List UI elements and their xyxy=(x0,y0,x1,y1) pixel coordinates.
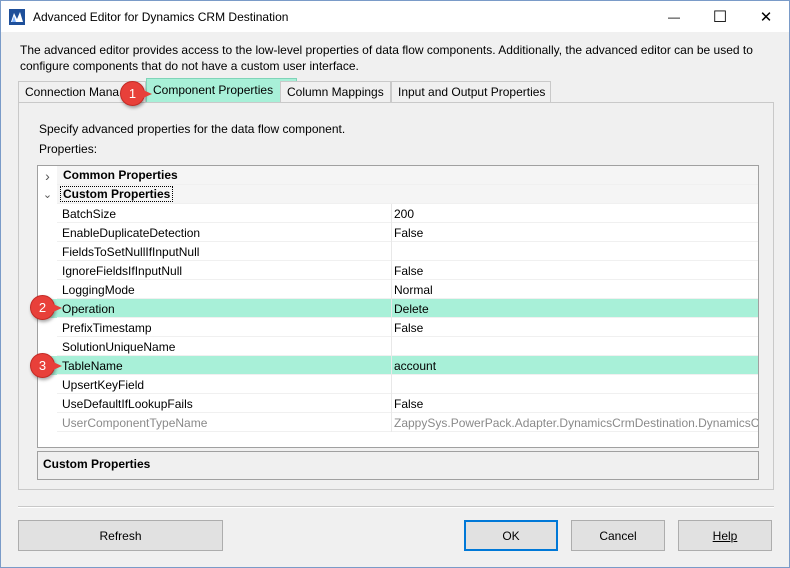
property-name: LoggingMode xyxy=(62,283,135,297)
row-gutter xyxy=(38,413,57,432)
property-name: BatchSize xyxy=(62,207,117,221)
editor-description: The advanced editor provides access to t… xyxy=(20,43,753,73)
panel-description: Specify advanced properties for the data… xyxy=(39,122,346,136)
tab-column-mappings[interactable]: Column Mappings xyxy=(280,81,391,103)
component-properties-panel: Specify advanced properties for the data… xyxy=(18,102,774,490)
property-name: TableName xyxy=(62,359,123,373)
property-name: UpsertKeyField xyxy=(62,378,145,392)
cancel-button-label: Cancel xyxy=(599,528,637,543)
callout-badge-1: 1 xyxy=(120,81,152,106)
close-icon: ✕ xyxy=(759,8,773,26)
row-gutter xyxy=(38,242,57,261)
property-name: EnableDuplicateDetection xyxy=(62,226,201,240)
advanced-editor-window: Advanced Editor for Dynamics CRM Destina… xyxy=(0,0,790,568)
property-value[interactable] xyxy=(391,337,758,356)
property-value[interactable]: Delete xyxy=(391,299,758,318)
property-row-usedefaultiflookupfails[interactable]: UseDefaultIfLookupFails False xyxy=(38,394,758,413)
property-value[interactable]: False xyxy=(391,223,758,242)
expand-chevron-icon[interactable]: › xyxy=(38,166,57,185)
property-value[interactable]: Normal xyxy=(391,280,758,299)
maximize-button[interactable]: ☐ xyxy=(697,1,743,32)
ssis-icon xyxy=(9,9,25,25)
refresh-button[interactable]: Refresh xyxy=(18,520,223,551)
property-name: PrefixTimestamp xyxy=(62,321,152,335)
maximize-icon: ☐ xyxy=(712,8,728,26)
property-value[interactable]: 200 xyxy=(391,204,758,223)
row-gutter xyxy=(38,394,57,413)
close-button[interactable]: ✕ xyxy=(743,1,789,32)
help-button-label: Help xyxy=(712,528,738,543)
tab-input-output-properties[interactable]: Input and Output Properties xyxy=(391,81,551,103)
property-name: UserComponentTypeName xyxy=(62,416,208,430)
property-row-loggingmode[interactable]: LoggingMode Normal xyxy=(38,280,758,299)
property-row-prefixtimestamp[interactable]: PrefixTimestamp False xyxy=(38,318,758,337)
property-row-ignorefieldsifinputnull[interactable]: IgnoreFieldsIfInputNull False xyxy=(38,261,758,280)
property-value[interactable]: False xyxy=(391,318,758,337)
property-value[interactable] xyxy=(391,375,758,394)
property-row-operation[interactable]: Operation Delete xyxy=(38,299,758,318)
refresh-button-label: Refresh xyxy=(99,528,142,543)
title-bar[interactable]: Advanced Editor for Dynamics CRM Destina… xyxy=(1,1,789,32)
tab-component-properties[interactable]: Component Properties xyxy=(146,78,297,103)
property-help-box: Custom Properties xyxy=(37,451,759,480)
row-gutter xyxy=(38,261,57,280)
help-title: Custom Properties xyxy=(43,457,151,471)
property-row-usercomponenttypename[interactable]: UserComponentTypeName ZappySys.PowerPack… xyxy=(38,413,758,432)
cancel-button[interactable]: Cancel xyxy=(571,520,665,551)
property-row-fieldstosetnullifinputnull[interactable]: FieldsToSetNullIfInputNull xyxy=(38,242,758,261)
minimize-button[interactable]: — xyxy=(651,1,697,32)
callout-badge-2: 2 xyxy=(30,295,62,320)
property-name: SolutionUniqueName xyxy=(62,340,176,354)
property-name: IgnoreFieldsIfInputNull xyxy=(62,264,183,278)
footer-separator xyxy=(18,506,774,508)
category-label: Custom Properties xyxy=(60,186,174,202)
category-custom-properties[interactable]: ⌄ Custom Properties xyxy=(38,185,758,204)
row-gutter xyxy=(38,204,57,223)
property-grid[interactable]: › Common Properties ⌄ Custom Properties … xyxy=(37,165,759,448)
property-value[interactable]: account xyxy=(391,356,758,375)
help-button[interactable]: Help xyxy=(678,520,772,551)
property-value[interactable] xyxy=(391,242,758,261)
ok-button-label: OK xyxy=(502,528,520,543)
ok-button[interactable]: OK xyxy=(464,520,558,551)
row-gutter xyxy=(38,223,57,242)
row-gutter xyxy=(38,318,57,337)
property-row-enableduplicatedetection[interactable]: EnableDuplicateDetection False xyxy=(38,223,758,242)
property-row-upsertkeyfield[interactable]: UpsertKeyField xyxy=(38,375,758,394)
category-label: Common Properties xyxy=(63,168,178,182)
minimize-icon: — xyxy=(668,9,680,24)
property-value[interactable]: False xyxy=(391,261,758,280)
callout-badge-3: 3 xyxy=(30,353,62,378)
property-name: Operation xyxy=(62,302,115,316)
properties-label: Properties: xyxy=(39,142,98,156)
property-name: FieldsToSetNullIfInputNull xyxy=(62,245,200,259)
property-value[interactable]: ZappySys.PowerPack.Adapter.DynamicsCrmDe… xyxy=(391,413,758,432)
window-title: Advanced Editor for Dynamics CRM Destina… xyxy=(33,10,289,24)
property-name: UseDefaultIfLookupFails xyxy=(62,397,193,411)
property-row-solutionuniquename[interactable]: SolutionUniqueName xyxy=(38,337,758,356)
property-value[interactable]: False xyxy=(391,394,758,413)
property-row-batchsize[interactable]: BatchSize 200 xyxy=(38,204,758,223)
collapse-chevron-icon[interactable]: ⌄ xyxy=(38,185,57,204)
category-common-properties[interactable]: › Common Properties xyxy=(38,166,758,185)
property-row-tablename[interactable]: TableName account xyxy=(38,356,758,375)
